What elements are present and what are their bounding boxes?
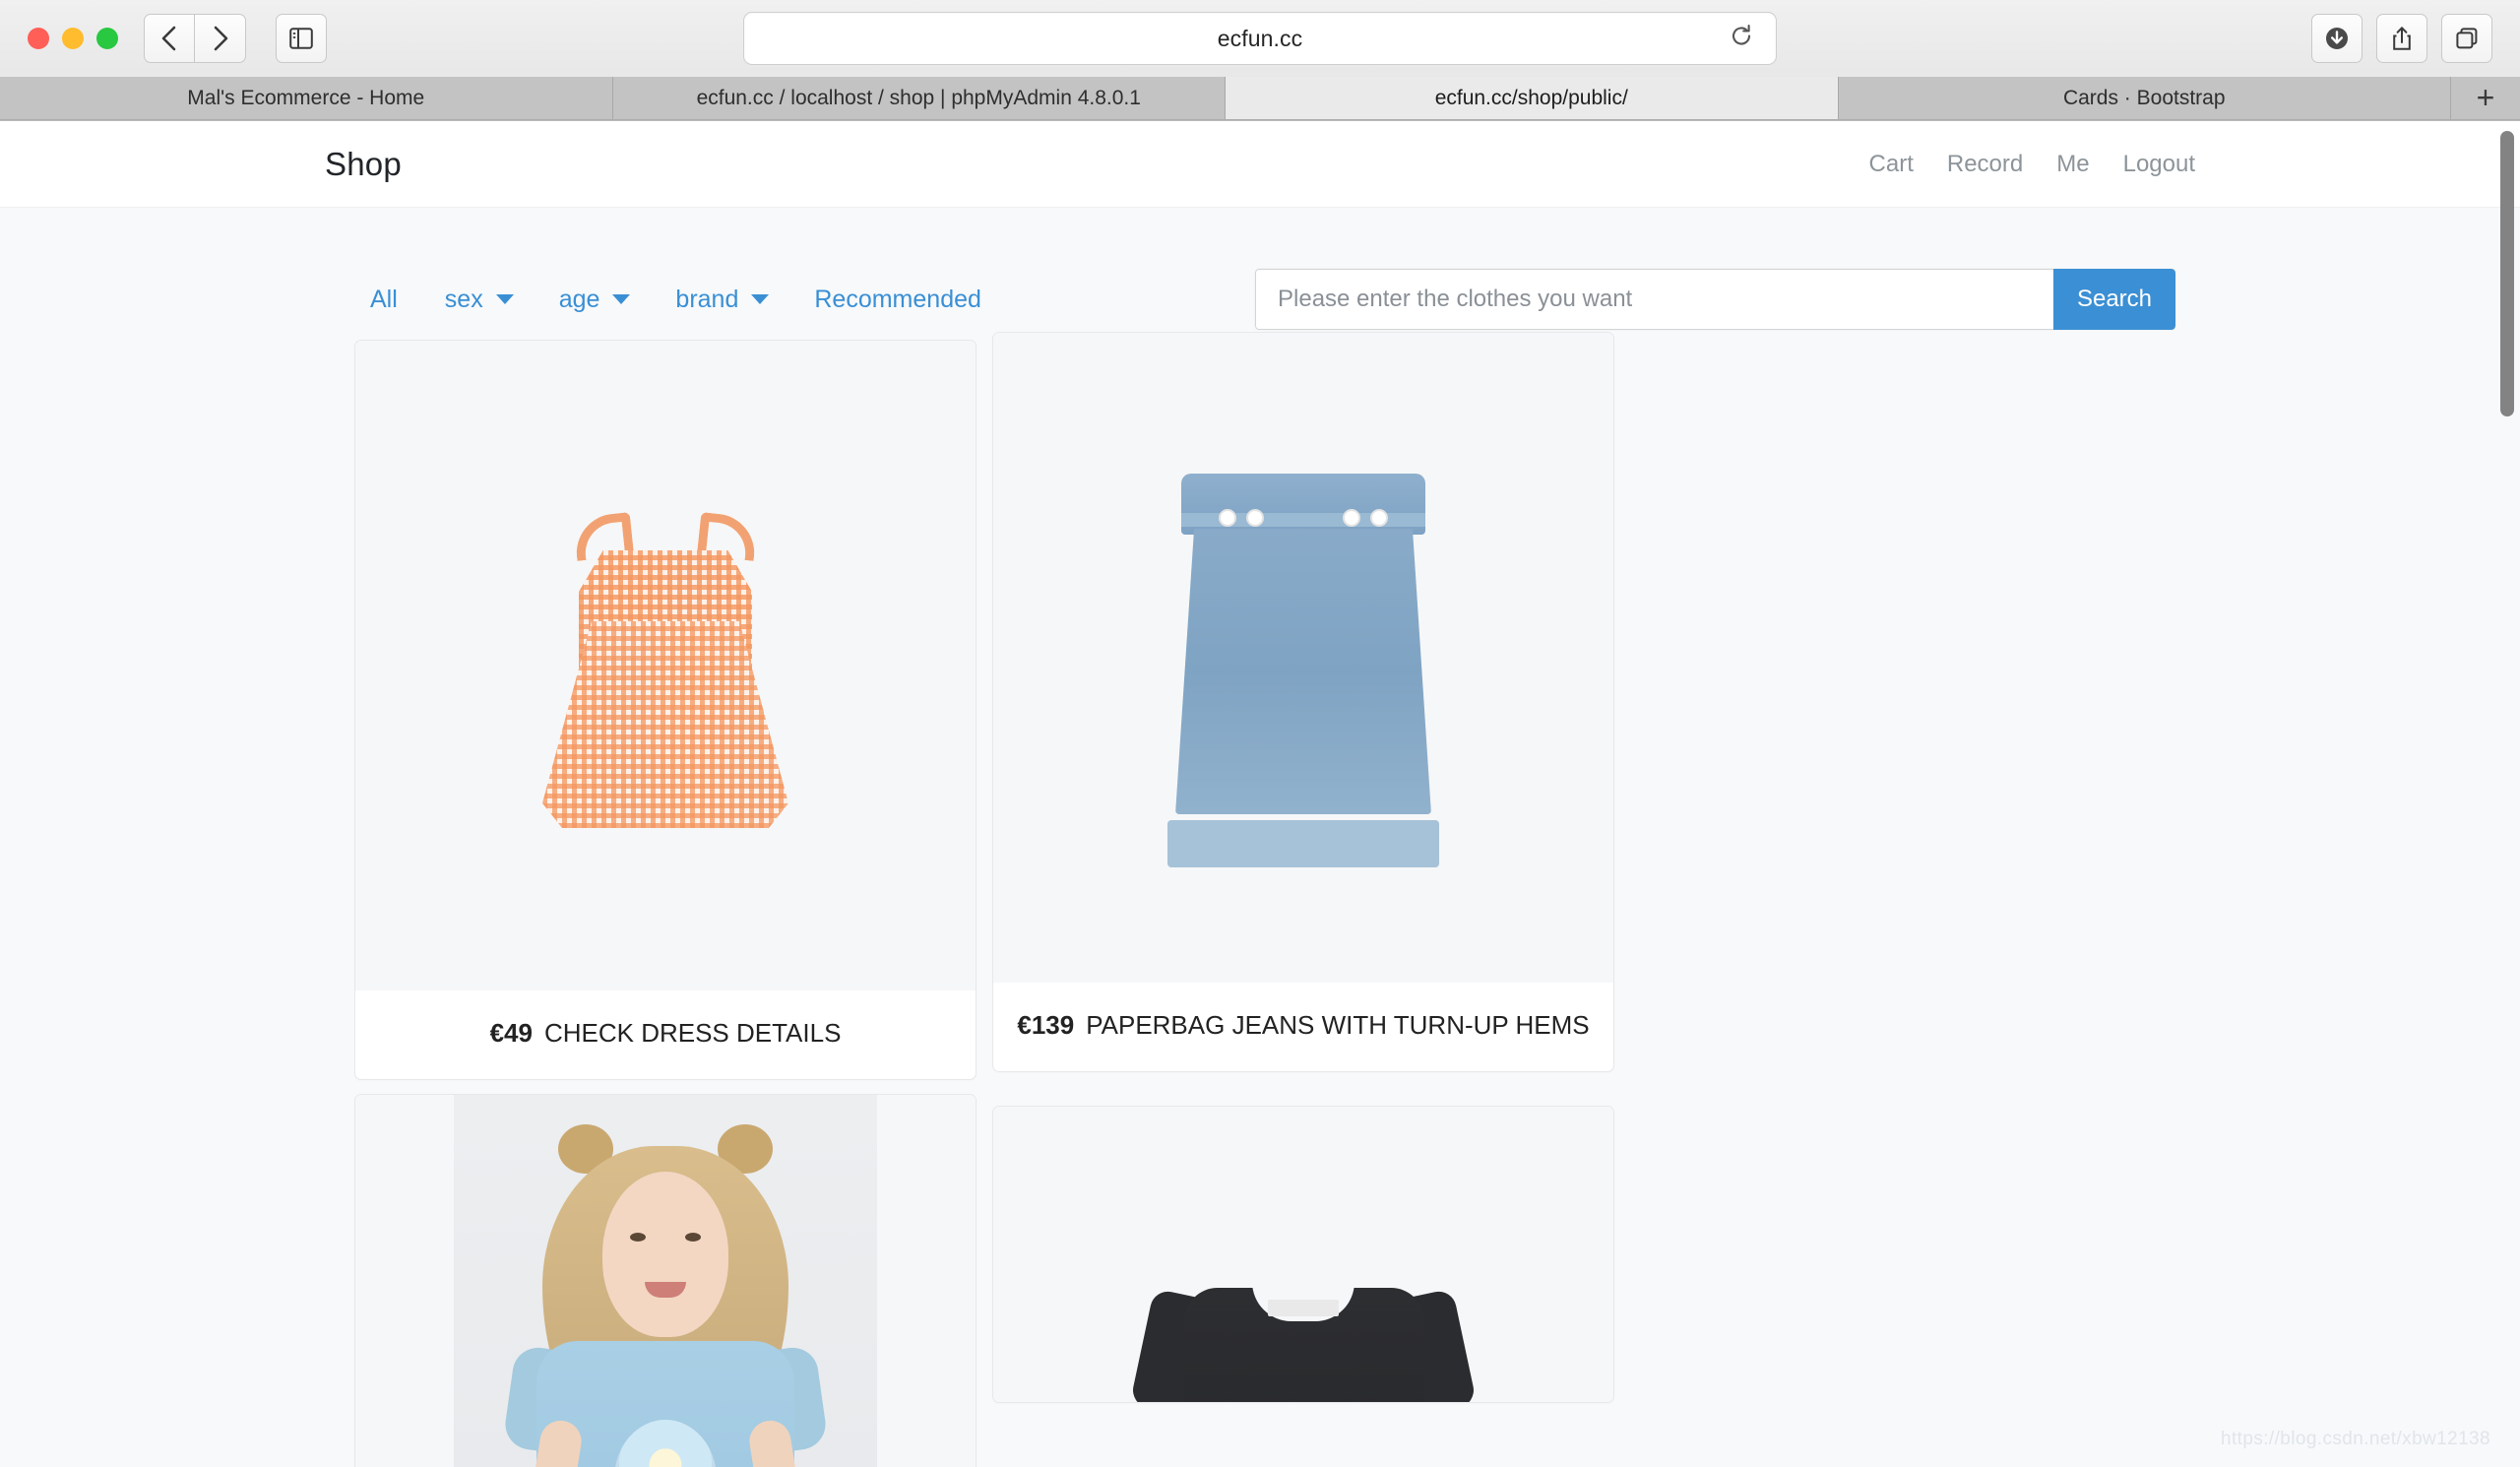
content-shell: All sex age brand Recommended Search xyxy=(345,208,2175,1467)
search-button[interactable]: Search xyxy=(2053,269,2175,330)
product-caption: €49 CHECK DRESS DETAILS xyxy=(377,1016,954,1052)
browser-tab-title: Mal's Ecommerce - Home xyxy=(187,87,424,110)
black-tshirt-illustration: LA JOLLA BEACH xyxy=(1141,1254,1466,1402)
minimize-window-button[interactable] xyxy=(62,28,84,49)
chevron-down-icon xyxy=(612,294,630,304)
reload-icon xyxy=(1729,24,1754,49)
filter-age-label: age xyxy=(559,286,600,314)
product-card-slot: LA JOLLA BEACH xyxy=(992,1106,1630,1467)
maximize-window-button[interactable] xyxy=(96,28,118,49)
download-icon xyxy=(2324,26,2350,51)
product-image xyxy=(993,333,1613,983)
close-window-button[interactable] xyxy=(28,28,49,49)
product-caption: €139 PAPERBAG JEANS WITH TURN-UP HEMS xyxy=(1015,1008,1592,1044)
girl-model-blue-frozen-tshirt-photo xyxy=(355,1095,976,1467)
dress-illustration xyxy=(537,503,793,828)
forward-button[interactable] xyxy=(195,14,246,63)
product-card-slot: €139 PAPERBAG JEANS WITH TURN-UP HEMS xyxy=(992,340,1630,1106)
address-bar[interactable]: ecfun.cc xyxy=(743,12,1777,65)
product-name: PAPERBAG JEANS WITH TURN-UP HEMS xyxy=(1086,1010,1589,1040)
share-button[interactable] xyxy=(2376,14,2427,63)
product-card[interactable]: €19Girl's frosty sleeve top lace dress T… xyxy=(354,1094,976,1467)
sidebar-toggle-button[interactable] xyxy=(276,14,327,63)
browser-tab-title: ecfun.cc/shop/public/ xyxy=(1435,87,1628,110)
product-image xyxy=(355,341,976,990)
tab-bar: Mal's Ecommerce - Home ecfun.cc / localh… xyxy=(0,77,2520,120)
product-card-slot: €49 CHECK DRESS DETAILS xyxy=(354,340,992,1106)
browser-tab[interactable]: Mal's Ecommerce - Home xyxy=(0,77,613,119)
share-icon xyxy=(2390,26,2414,51)
product-card-slot: €19Girl's frosty sleeve top lace dress T… xyxy=(354,1106,992,1467)
product-card[interactable]: €139 PAPERBAG JEANS WITH TURN-UP HEMS xyxy=(992,332,1614,1072)
site-nav-links: Cart Record Me Logout xyxy=(1869,151,2195,178)
filter-all[interactable]: All xyxy=(370,286,398,314)
page-viewport: Shop Cart Record Me Logout All sex age b… xyxy=(0,121,2520,1467)
toolbar-right-buttons xyxy=(2311,14,2492,63)
page-scrollbar[interactable] xyxy=(2494,121,2520,1467)
filter-all-label: All xyxy=(370,286,398,314)
new-tab-button[interactable]: + xyxy=(2451,77,2520,119)
filter-search-row: All sex age brand Recommended Search xyxy=(345,269,2175,330)
jeans-illustration xyxy=(1156,474,1451,867)
product-image: LA JOLLA BEACH xyxy=(993,1107,1613,1402)
orange-gingham-dress-photo xyxy=(355,341,976,990)
browser-tab-active[interactable]: ecfun.cc/shop/public/ xyxy=(1226,77,1839,119)
browser-tab[interactable]: Cards · Bootstrap xyxy=(1839,77,2452,119)
nav-link-logout[interactable]: Logout xyxy=(2123,151,2195,178)
product-grid: €49 CHECK DRESS DETAILS xyxy=(345,330,2175,1467)
product-card[interactable]: €49 CHECK DRESS DETAILS xyxy=(354,340,976,1080)
chevron-down-icon xyxy=(751,294,769,304)
filter-recommended-label: Recommended xyxy=(814,286,981,314)
filter-recommended[interactable]: Recommended xyxy=(814,286,981,314)
chevron-down-icon xyxy=(496,294,514,304)
black-la-jolla-beach-tshirt-photo: LA JOLLA BEACH xyxy=(993,1107,1613,1402)
search-form: Search xyxy=(1255,269,2175,330)
product-image xyxy=(355,1095,976,1467)
browser-toolbar: ecfun.cc xyxy=(0,0,2520,77)
navigation-buttons xyxy=(144,14,246,63)
browser-tab-title: ecfun.cc / localhost / shop | phpMyAdmin… xyxy=(697,87,1141,110)
window-controls xyxy=(28,28,118,49)
product-name: CHECK DRESS DETAILS xyxy=(544,1018,841,1048)
back-button[interactable] xyxy=(144,14,195,63)
filter-sex-dropdown[interactable]: sex xyxy=(445,286,514,314)
page-watermark: https://blog.csdn.net/xbw12138 xyxy=(2221,1429,2490,1450)
product-price: €139 xyxy=(1017,1010,1074,1040)
browser-tab[interactable]: ecfun.cc / localhost / shop | phpMyAdmin… xyxy=(613,77,1227,119)
nav-link-record[interactable]: Record xyxy=(1947,151,2023,178)
product-price: €49 xyxy=(490,1018,533,1048)
browser-tab-title: Cards · Bootstrap xyxy=(2063,87,2226,110)
girl-model-illustration xyxy=(454,1095,877,1467)
back-chevron-icon xyxy=(160,26,178,51)
denim-wide-leg-jeans-photo xyxy=(993,333,1613,983)
downloads-button[interactable] xyxy=(2311,14,2362,63)
filter-brand-label: brand xyxy=(675,286,738,314)
forward-chevron-icon xyxy=(212,26,229,51)
product-card[interactable]: LA JOLLA BEACH xyxy=(992,1106,1614,1403)
nav-link-cart[interactable]: Cart xyxy=(1869,151,1914,178)
product-card-body: €139 PAPERBAG JEANS WITH TURN-UP HEMS xyxy=(993,983,1613,1071)
address-bar-container: ecfun.cc xyxy=(743,12,1777,65)
address-bar-url: ecfun.cc xyxy=(1218,26,1302,52)
tab-overview-button[interactable] xyxy=(2441,14,2492,63)
reload-button[interactable] xyxy=(1729,24,1754,54)
filter-age-dropdown[interactable]: age xyxy=(559,286,631,314)
tab-overview-icon xyxy=(2454,26,2480,51)
site-navbar: Shop Cart Record Me Logout xyxy=(0,121,2520,208)
search-input[interactable] xyxy=(1255,269,2053,330)
filter-brand-dropdown[interactable]: brand xyxy=(675,286,769,314)
site-brand[interactable]: Shop xyxy=(325,146,402,183)
nav-link-me[interactable]: Me xyxy=(2056,151,2089,178)
filter-sex-label: sex xyxy=(445,286,483,314)
sidebar-toggle-icon xyxy=(289,28,313,49)
browser-chrome: ecfun.cc xyxy=(0,0,2520,121)
product-card-body: €49 CHECK DRESS DETAILS xyxy=(355,990,976,1079)
scrollbar-thumb[interactable] xyxy=(2500,131,2514,416)
